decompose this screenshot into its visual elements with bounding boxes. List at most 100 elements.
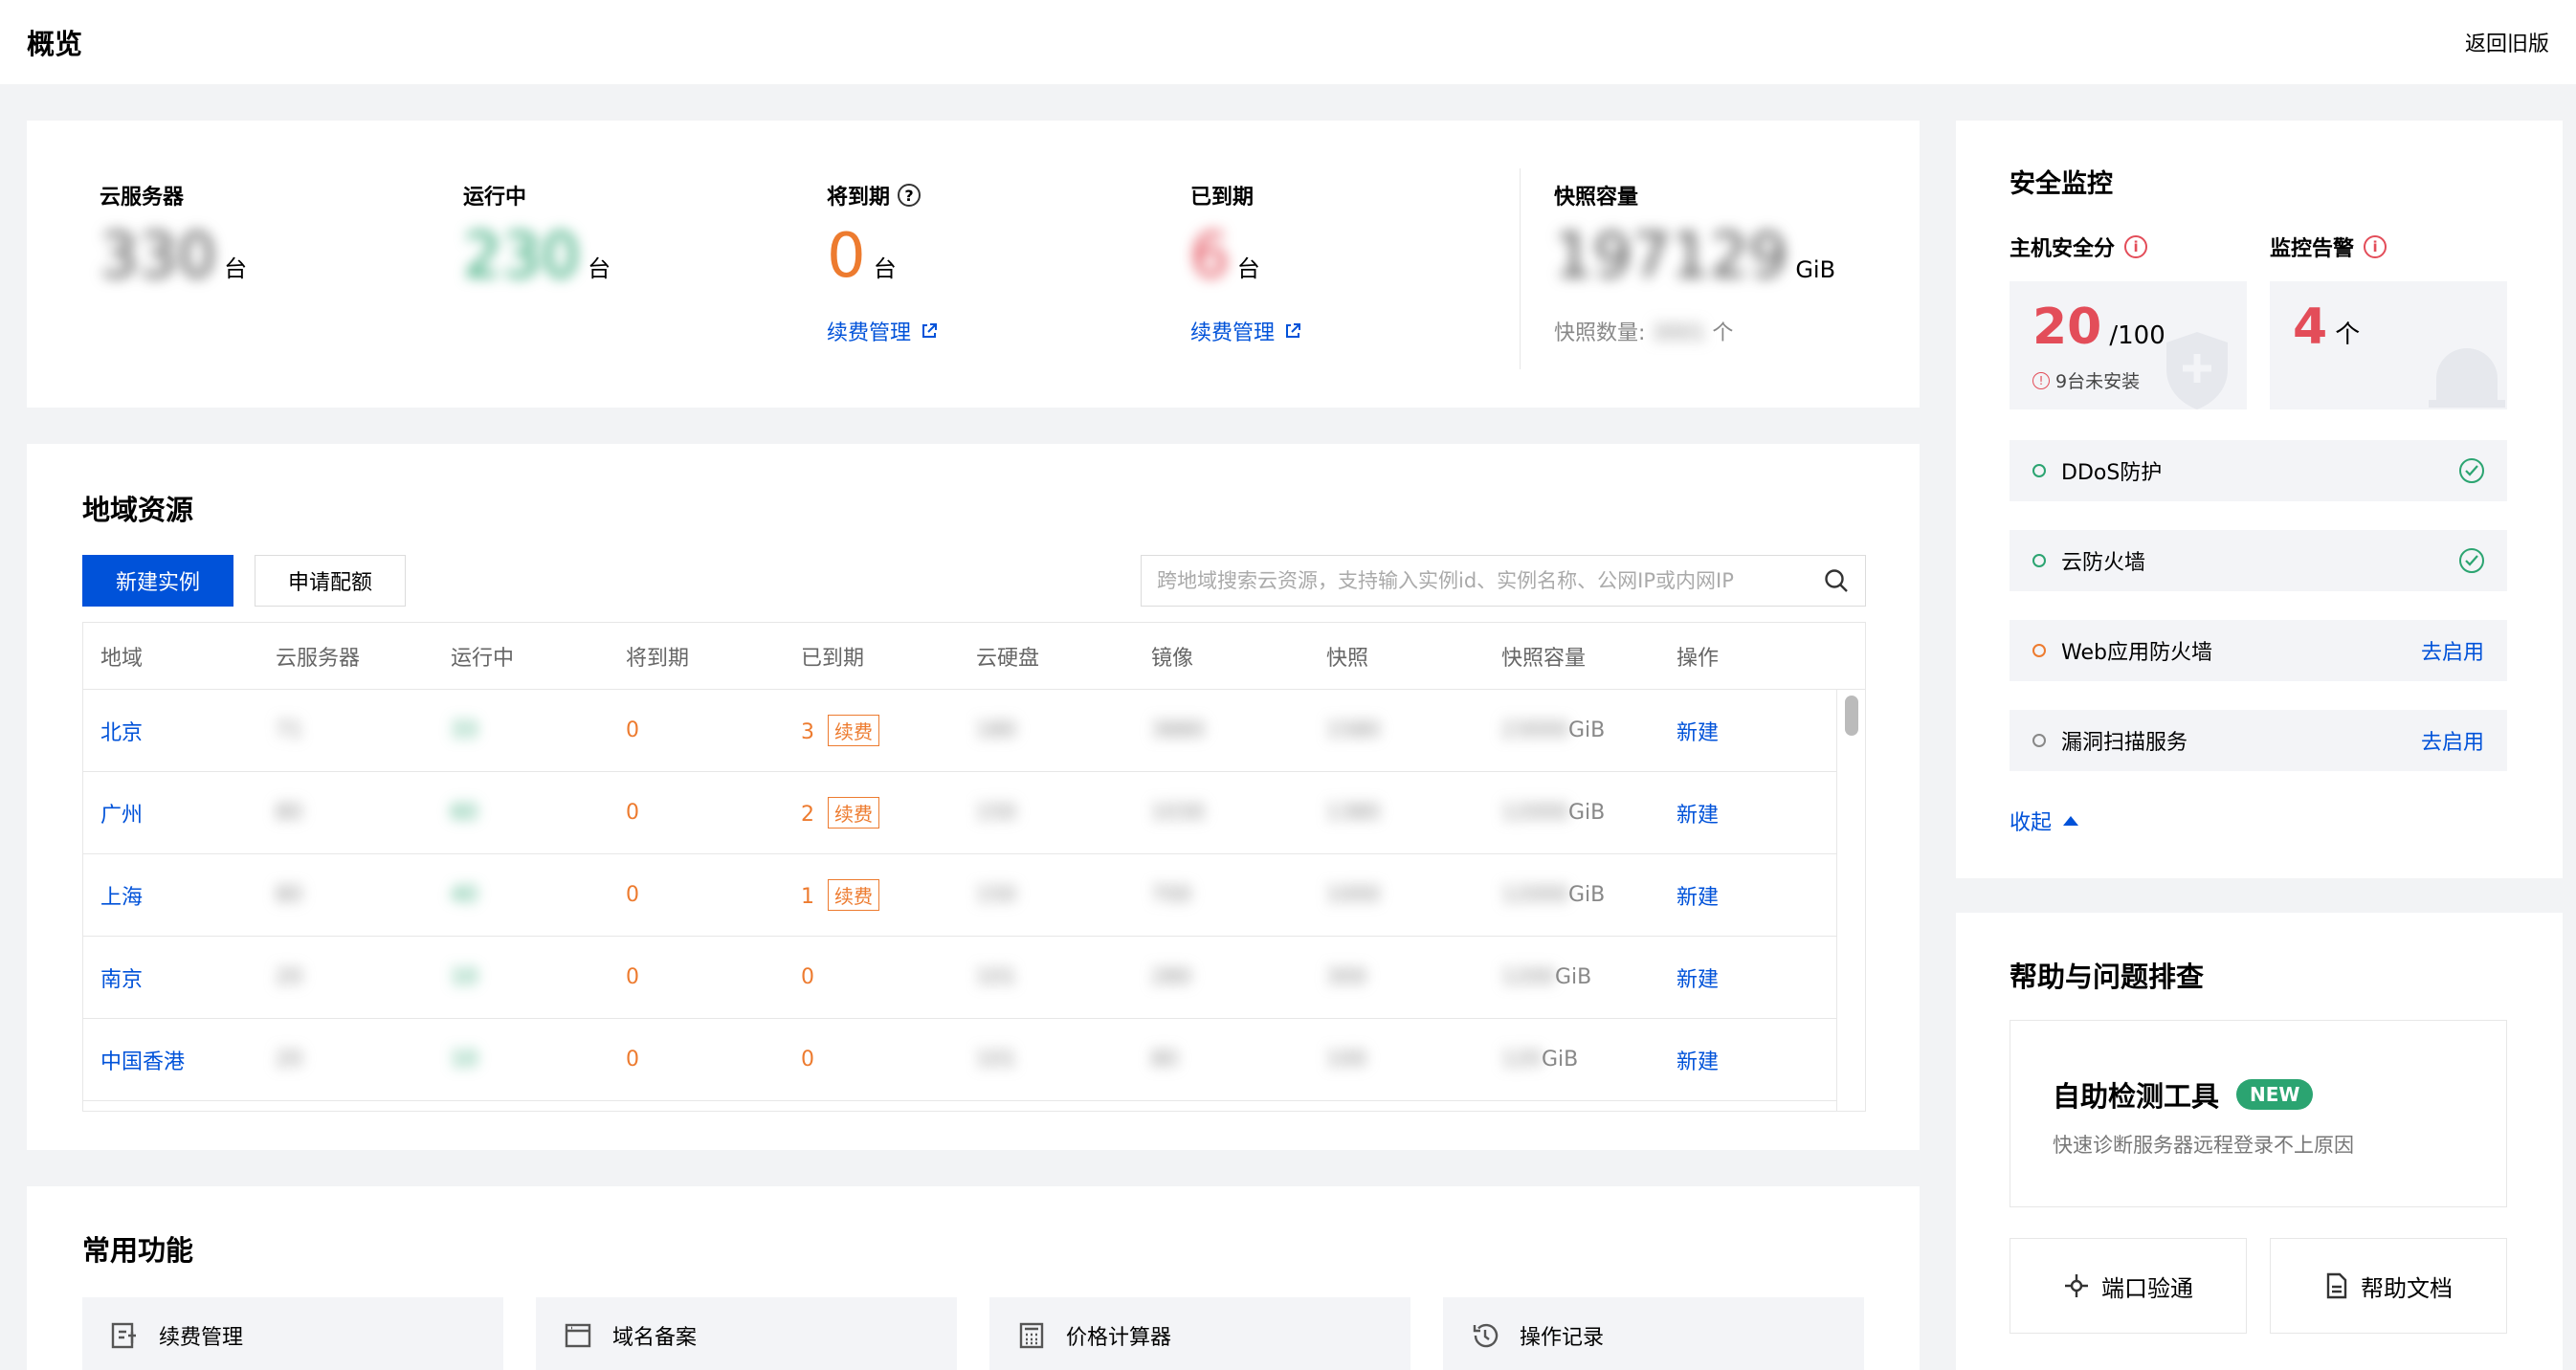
cell-expired-text: 3 bbox=[801, 720, 814, 744]
stat-label: 将到期 bbox=[827, 186, 891, 210]
new-action-link[interactable]: 新建 bbox=[1659, 798, 1812, 829]
search-icon[interactable] bbox=[1823, 567, 1850, 594]
cell-servers: 80 bbox=[258, 801, 433, 825]
cell-expiring: 0 bbox=[609, 965, 784, 989]
host-score-box[interactable]: 20 /100 ! 9台未安装 bbox=[2010, 281, 2247, 409]
stat-label: 运行中 bbox=[463, 186, 527, 210]
service-cloud-firewall[interactable]: 云防火墙 bbox=[2010, 530, 2507, 591]
link-label: 续费管理 bbox=[1190, 321, 1276, 345]
new-action-link-text[interactable]: 新建 bbox=[1677, 721, 1719, 745]
stat-unit: GiB bbox=[1795, 256, 1836, 283]
external-link-icon bbox=[1286, 323, 1301, 338]
search-input[interactable] bbox=[1157, 569, 1823, 592]
column-header: 快照容量 bbox=[1501, 646, 1587, 671]
new-action-link[interactable]: 新建 bbox=[1659, 880, 1812, 911]
alarm-box[interactable]: 4 个 bbox=[2270, 281, 2507, 409]
cell-capacity-text: 23000 bbox=[1501, 718, 1568, 742]
region-link-text[interactable]: 广州 bbox=[100, 804, 143, 828]
page-title: 概览 bbox=[27, 28, 83, 60]
collapse-toggle[interactable]: 收起 bbox=[2010, 806, 2079, 836]
top-bar: 概览 返回旧版 bbox=[0, 0, 2576, 84]
cell-snapshots-text: 1580 bbox=[1326, 718, 1380, 742]
region-link-text[interactable]: 上海 bbox=[100, 886, 143, 910]
button-label: 端口验通 bbox=[2101, 1274, 2193, 1302]
cell-expiring: 0 bbox=[609, 718, 784, 742]
alarm-unit: 个 bbox=[2335, 320, 2361, 349]
new-action-link-text[interactable]: 新建 bbox=[1677, 1050, 1719, 1074]
renew-management-link[interactable]: 续费管理 bbox=[1190, 316, 1301, 346]
region-link[interactable]: 北京 bbox=[83, 716, 258, 746]
cell-images: 80 bbox=[1134, 1048, 1309, 1072]
new-action-link[interactable]: 新建 bbox=[1659, 1045, 1812, 1075]
scrollbar[interactable] bbox=[1836, 690, 1865, 1111]
cell-images-text: 80 bbox=[1151, 1048, 1178, 1072]
new-action-link[interactable]: 新建 bbox=[1659, 962, 1812, 993]
region-link[interactable]: 中国香港 bbox=[83, 1045, 258, 1075]
region-link[interactable]: 广州 bbox=[83, 798, 258, 829]
func-renew-management[interactable]: 续费管理 bbox=[82, 1297, 503, 1370]
service-waf[interactable]: Web应用防火墙 去启用 bbox=[2010, 620, 2507, 681]
table-body: 北京 71 33 0 3 续费 180 3880 1580 23000GiB 新建 广州 80 60 0 2 续… bbox=[83, 690, 1865, 1101]
stat-value: 230 bbox=[463, 221, 581, 292]
cell-servers-text: 80 bbox=[276, 801, 302, 825]
port-check-button[interactable]: 端口验通 bbox=[2010, 1238, 2247, 1334]
column-header: 将到期 bbox=[626, 646, 690, 671]
host-security-label: 主机安全分 i bbox=[2010, 232, 2148, 262]
info-icon[interactable]: i bbox=[2124, 235, 2148, 258]
column-header: 云服务器 bbox=[276, 646, 361, 671]
cell-running: 60 bbox=[433, 801, 609, 825]
cell-disks-text: 150 bbox=[976, 801, 1016, 825]
stat-unit: 台 bbox=[1236, 255, 1260, 282]
alarm-label: 监控告警 i bbox=[2270, 232, 2387, 262]
new-action-link-text[interactable]: 新建 bbox=[1677, 886, 1719, 910]
func-domain-filing[interactable]: 域名备案 bbox=[536, 1297, 957, 1370]
chevron-up-icon bbox=[2063, 816, 2079, 826]
func-operation-log[interactable]: 操作记录 bbox=[1443, 1297, 1864, 1370]
scrollbar-thumb[interactable] bbox=[1845, 696, 1858, 736]
new-instance-button[interactable]: 新建实例 bbox=[82, 555, 233, 607]
check-circle-icon bbox=[2459, 458, 2484, 483]
cell-expired-text: 0 bbox=[801, 965, 814, 989]
cell-expired-text: 1 bbox=[801, 885, 814, 909]
apply-quota-button[interactable]: 申请配额 bbox=[255, 555, 406, 607]
func-price-calculator[interactable]: 价格计算器 bbox=[989, 1297, 1410, 1370]
column-header: 镜像 bbox=[1151, 646, 1194, 671]
enable-link[interactable]: 去启用 bbox=[2421, 725, 2484, 756]
region-link-text[interactable]: 中国香港 bbox=[100, 1050, 185, 1074]
enable-link[interactable]: 去启用 bbox=[2421, 635, 2484, 666]
cell-servers-text: 80 bbox=[276, 883, 302, 907]
renew-tag[interactable]: 续费 bbox=[828, 797, 879, 829]
new-action-link[interactable]: 新建 bbox=[1659, 716, 1812, 746]
help-doc-button[interactable]: 帮助文档 bbox=[2270, 1238, 2507, 1334]
service-ddos[interactable]: DDoS防护 bbox=[2010, 440, 2507, 501]
cell-snapshots-text: 300 bbox=[1326, 965, 1366, 989]
region-link[interactable]: 上海 bbox=[83, 880, 258, 911]
shield-icon bbox=[2166, 332, 2228, 409]
info-icon[interactable]: i bbox=[2364, 235, 2387, 258]
region-link-text[interactable]: 南京 bbox=[100, 968, 143, 992]
service-vuln-scan[interactable]: 漏洞扫描服务 去启用 bbox=[2010, 710, 2507, 771]
renew-tag[interactable]: 续费 bbox=[828, 715, 879, 746]
renew-management-link[interactable]: 续费管理 bbox=[827, 316, 938, 346]
cell-running-text: 33 bbox=[451, 718, 477, 742]
cell-disks: 101 bbox=[959, 1048, 1134, 1072]
section-title: 常用功能 bbox=[82, 1234, 194, 1267]
self-check-tool[interactable]: 自助检测工具 NEW 快速诊断服务器远程登录不上原因 bbox=[2010, 1020, 2507, 1207]
cell-expired: 3 续费 bbox=[784, 715, 959, 746]
renew-tag[interactable]: 续费 bbox=[828, 879, 879, 911]
cell-capacity-text: 1200 bbox=[1501, 965, 1555, 989]
region-link[interactable]: 南京 bbox=[83, 962, 258, 993]
question-icon[interactable]: ? bbox=[898, 184, 922, 207]
cell-expiring-text: 0 bbox=[626, 718, 639, 742]
new-action-link-text[interactable]: 新建 bbox=[1677, 804, 1719, 828]
cell-images-text: 3880 bbox=[1151, 718, 1205, 742]
cell-expiring-text: 0 bbox=[626, 801, 639, 825]
cell-disks: 101 bbox=[959, 965, 1134, 989]
region-link-text[interactable]: 北京 bbox=[100, 721, 143, 745]
service-name: DDoS防护 bbox=[2061, 461, 2163, 485]
tool-title: 自助检测工具 bbox=[2053, 1080, 2220, 1113]
section-title: 地域资源 bbox=[82, 494, 194, 526]
cell-expired-text: 2 bbox=[801, 803, 814, 827]
new-action-link-text[interactable]: 新建 bbox=[1677, 968, 1719, 992]
back-to-old-version-link[interactable]: 返回旧版 bbox=[2465, 27, 2549, 57]
